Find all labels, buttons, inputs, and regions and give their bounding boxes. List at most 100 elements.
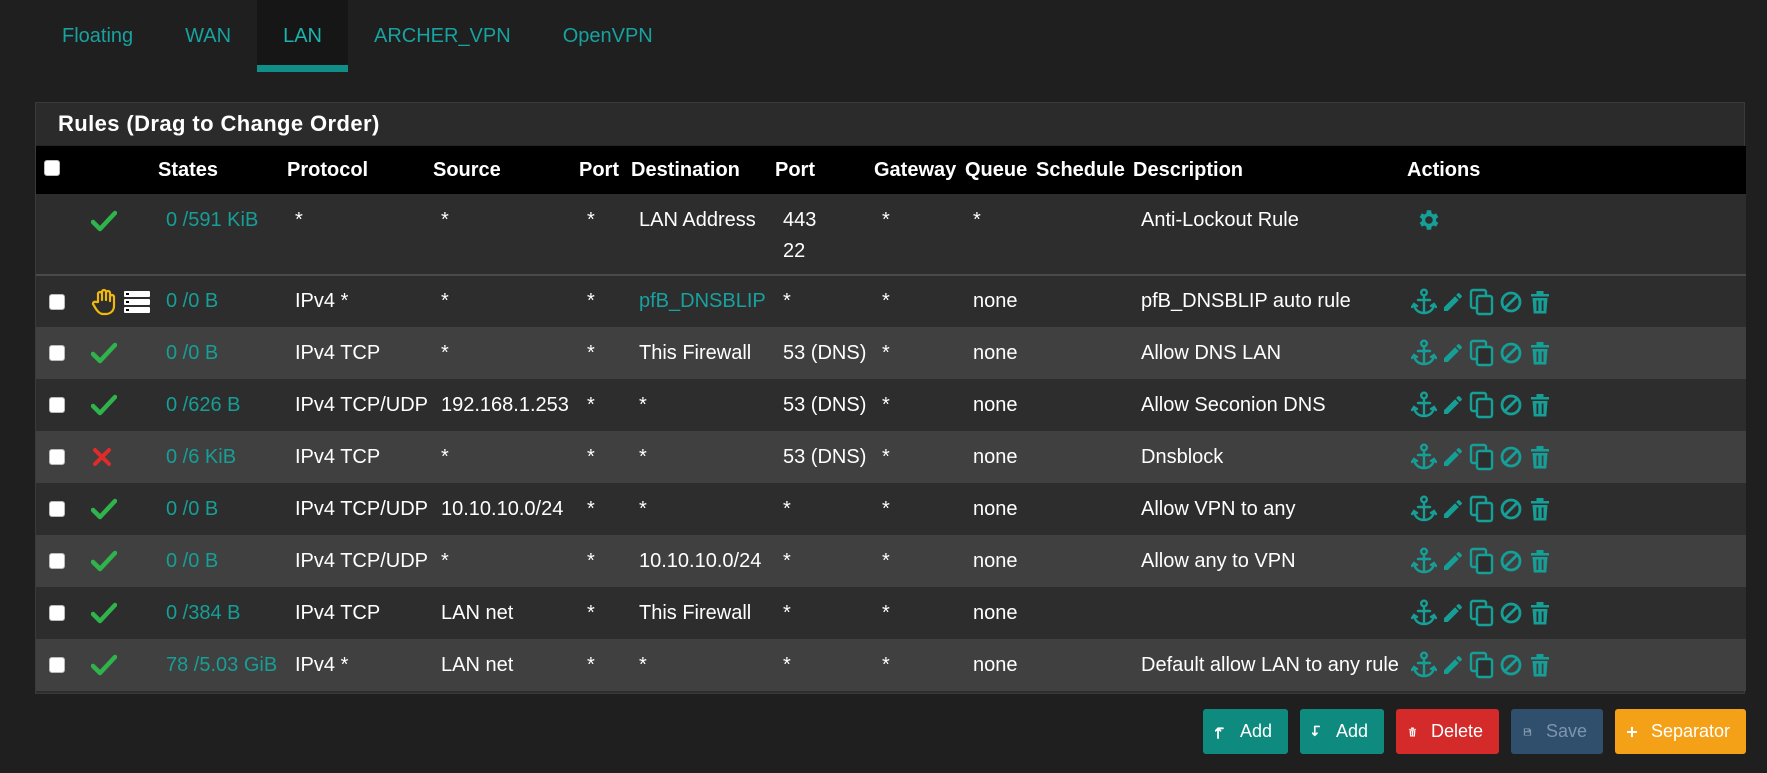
trash-icon[interactable] [1527,651,1553,679]
gear-icon[interactable] [1415,206,1441,234]
separator-label: Separator [1650,721,1730,741]
pencil-icon[interactable] [1440,391,1466,419]
rules-panel: Rules (Drag to Change Order) States Prot… [35,102,1746,694]
destination-value: * [639,445,647,468]
row-checkbox[interactable] [49,553,65,570]
select-all-checkbox[interactable] [44,160,60,177]
table-row[interactable]: 78 /5.03 GiB IPv4 * LAN net * * * * none Default… [36,639,1746,691]
copy-icon[interactable] [1469,391,1495,419]
check-icon [91,602,117,624]
interface-tabs: Floating WAN LAN ARCHER_VPN OpenVPN [36,0,679,72]
add-bottom-button[interactable]: Add [1300,709,1384,754]
destination-value[interactable]: pfB_DNSBLIP [639,290,766,312]
add-top-button[interactable]: Add [1203,709,1288,754]
anchor-icon[interactable] [1411,599,1437,627]
row-checkbox[interactable] [49,449,65,466]
pencil-icon[interactable] [1440,651,1466,679]
col-states: States [152,146,281,194]
trash-icon[interactable] [1527,443,1553,471]
copy-icon[interactable] [1469,288,1495,316]
row-checkbox[interactable] [49,657,65,674]
save-button[interactable]: Save [1511,709,1603,754]
col-queue: Queue [959,146,1030,194]
anchor-icon[interactable] [1411,288,1437,316]
add-top-label: Add [1239,721,1272,741]
pencil-icon[interactable] [1440,288,1466,316]
copy-icon[interactable] [1469,443,1495,471]
trash-icon[interactable] [1527,495,1553,523]
anchor-icon[interactable] [1411,495,1437,523]
queue-value: none [959,379,1030,431]
trash-icon[interactable] [1527,339,1553,367]
source-port-value: * [573,587,625,639]
anchor-icon[interactable] [1411,391,1437,419]
tab-openvpn[interactable]: OpenVPN [537,0,679,72]
table-row[interactable]: 0 /0 B IPv4 TCP * * This Firewall 53 (DNS) * no… [36,327,1746,379]
ban-icon[interactable] [1498,443,1524,471]
trash-icon[interactable] [1527,391,1553,419]
ban-icon[interactable] [1498,391,1524,419]
anchor-icon[interactable] [1411,651,1437,679]
row-actions [1411,288,1746,316]
table-row[interactable]: 0 /0 B IPv4 TCP/UDP 10.10.10.0/24 * * * * none A… [36,483,1746,535]
col-source: Source [427,146,573,194]
pencil-icon[interactable] [1440,443,1466,471]
row-checkbox[interactable] [49,605,65,622]
schedule-value [1030,194,1127,276]
copy-icon[interactable] [1469,495,1495,523]
pencil-icon[interactable] [1440,547,1466,575]
copy-icon[interactable] [1469,651,1495,679]
copy-icon[interactable] [1469,599,1495,627]
ban-icon[interactable] [1498,651,1524,679]
source-port-value: * [573,327,625,379]
table-row[interactable]: 0 /0 B IPv4 TCP/UDP * * 10.10.10.0/24 * * none A… [36,535,1746,587]
ban-icon[interactable] [1498,495,1524,523]
tab-floating[interactable]: Floating [36,0,159,72]
description-value: Anti-Lockout Rule [1127,194,1401,276]
ban-icon[interactable] [1498,339,1524,367]
tab-wan[interactable]: WAN [159,0,257,72]
ban-icon[interactable] [1498,599,1524,627]
col-actions: Actions [1401,146,1746,194]
trash-icon[interactable] [1527,547,1553,575]
dest-port-value: * [769,483,868,535]
delete-button[interactable]: Delete [1396,709,1499,754]
anchor-icon[interactable] [1411,547,1437,575]
source-value: * [427,327,573,379]
table-row[interactable]: 0 /384 B IPv4 TCP LAN net * This Firewall * * n… [36,587,1746,639]
gateway-value: * [868,535,959,587]
trash-icon[interactable] [1527,288,1553,316]
tab-archer-vpn[interactable]: ARCHER_VPN [348,0,537,72]
protocol-value: IPv4 * [281,639,427,691]
tab-lan[interactable]: LAN [257,0,348,72]
panel-title: Rules (Drag to Change Order) [36,103,1744,146]
schedule-value [1030,327,1127,379]
col-source-port: Port [573,146,625,194]
gateway-value: * [868,379,959,431]
queue-value: none [959,639,1030,691]
row-checkbox[interactable] [49,345,65,362]
pencil-icon[interactable] [1440,495,1466,523]
pencil-icon[interactable] [1440,599,1466,627]
anchor-icon[interactable] [1411,339,1437,367]
ban-icon[interactable] [1498,288,1524,316]
row-checkbox[interactable] [49,501,65,518]
dest-port-value: * [769,587,868,639]
row-checkbox[interactable] [49,293,65,310]
row-actions [1411,391,1746,419]
dest-port-value: * [769,639,868,691]
pencil-icon[interactable] [1440,339,1466,367]
queue-value: none [959,275,1030,327]
table-row[interactable]: 0 /0 B IPv4 * * * pfB_DNSBLIP * * none pfB_DNSBL… [36,275,1746,327]
row-actions [1411,339,1746,367]
source-port-value: * [573,275,625,327]
copy-icon[interactable] [1469,339,1495,367]
ban-icon[interactable] [1498,547,1524,575]
copy-icon[interactable] [1469,547,1495,575]
trash-icon[interactable] [1527,599,1553,627]
table-row[interactable]: 0 /6 KiB IPv4 TCP * * * 53 (DNS) * none Dnsblock [36,431,1746,483]
table-row[interactable]: 0 /626 B IPv4 TCP/UDP 192.168.1.253 * * 53 (D… [36,379,1746,431]
anchor-icon[interactable] [1411,443,1437,471]
row-checkbox[interactable] [49,397,65,414]
separator-button[interactable]: Separator [1615,709,1746,754]
